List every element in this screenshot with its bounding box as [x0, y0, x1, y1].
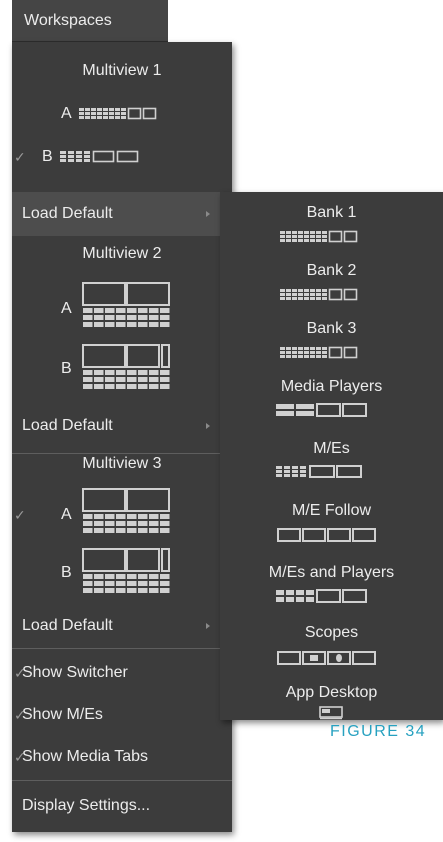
- multiview1-layout-a[interactable]: A: [12, 97, 232, 133]
- submenu-item-media-players[interactable]: Media Players: [220, 378, 443, 428]
- multiview-2-over-8-icon: [82, 282, 170, 327]
- layout-bank-icon: [280, 346, 358, 359]
- display-settings-label: Display Settings...: [22, 797, 151, 814]
- checkmark-icon: ✓: [14, 507, 26, 523]
- workspaces-label: Workspaces: [24, 11, 112, 29]
- multiview-2-over-8-icon: [82, 488, 170, 533]
- layout-scopes-icon: [277, 651, 376, 665]
- multiview3-a-label: A: [61, 506, 72, 523]
- layout-bank-icon: [280, 288, 358, 301]
- show-media-tabs-label: Show Media Tabs: [22, 748, 148, 765]
- submenu-item-bank-1[interactable]: Bank 1: [220, 204, 443, 254]
- submenu-arrow-icon: [206, 211, 210, 217]
- menu-separator: [12, 780, 232, 781]
- multiview-bank-layout-icon: [79, 107, 157, 120]
- submenu-arrow-icon: [206, 423, 210, 429]
- checkmark-icon: ✓: [14, 149, 26, 165]
- figure-caption: FIGURE 34: [330, 723, 427, 740]
- submenu-item-app-desktop[interactable]: App Desktop: [220, 684, 443, 720]
- show-media-tabs-toggle[interactable]: ✓ Show Media Tabs: [12, 740, 232, 776]
- submenu-arrow-icon: [206, 623, 210, 629]
- load-default-label: Load Default: [22, 617, 113, 634]
- submenu-item-label: Bank 3: [306, 320, 357, 337]
- submenu-item-bank-2[interactable]: Bank 2: [220, 262, 443, 312]
- workspaces-menu-button[interactable]: Workspaces: [12, 0, 168, 42]
- multiview-1-over-8-icon: [82, 548, 170, 593]
- multiview2-heading: Multiview 2: [82, 245, 162, 262]
- multiview2-load-default[interactable]: Load Default: [12, 404, 232, 448]
- show-switcher-toggle[interactable]: ✓ Show Switcher: [12, 656, 232, 692]
- multiview2-layout-b[interactable]: B: [12, 342, 232, 398]
- load-default-label: Load Default: [22, 417, 113, 434]
- multiview2-b-label: B: [61, 360, 72, 377]
- multiview1-a-label: A: [61, 105, 72, 122]
- submenu-item-mes[interactable]: M/Es: [220, 440, 443, 490]
- multiview3-load-default[interactable]: Load Default: [12, 606, 232, 646]
- multiview1-load-default[interactable]: Load Default: [12, 192, 232, 236]
- submenu-item-label: M/E Follow: [291, 502, 372, 519]
- display-settings-item[interactable]: Display Settings...: [12, 786, 232, 826]
- submenu-item-bank-3[interactable]: Bank 3: [220, 320, 443, 370]
- submenu-item-scopes[interactable]: Scopes: [220, 624, 443, 674]
- load-default-submenu: Bank 1 Bank 2 Bank 3 Media Players M/Es …: [220, 192, 443, 720]
- multiview3-heading: Multiview 3: [82, 455, 162, 472]
- multiview3-layout-a[interactable]: ✓ A: [12, 486, 232, 542]
- layout-mes-icon: [276, 465, 362, 478]
- layout-mes-players-icon: [276, 589, 367, 603]
- submenu-item-label: Scopes: [304, 624, 359, 641]
- submenu-item-me-follow[interactable]: M/E Follow: [220, 502, 443, 552]
- layout-app-desktop-icon: [319, 706, 343, 720]
- show-mes-label: Show M/Es: [22, 706, 103, 723]
- menu-separator: [12, 453, 232, 454]
- multiview-1-over-8-icon: [82, 344, 170, 389]
- show-switcher-label: Show Switcher: [22, 664, 128, 681]
- submenu-item-label: Media Players: [280, 378, 383, 395]
- multiview1-layout-b[interactable]: ✓ B: [12, 140, 232, 176]
- menu-separator: [12, 648, 232, 649]
- workspaces-menu: Multiview 1 A ✓ B Load Default Multiview…: [12, 42, 232, 832]
- multiview1-b-label: B: [42, 148, 53, 165]
- load-default-label: Load Default: [22, 205, 113, 222]
- multiview-bank-layout-icon: [60, 150, 139, 163]
- multiview1-heading: Multiview 1: [82, 62, 162, 79]
- submenu-item-mes-and-players[interactable]: M/Es and Players: [220, 564, 443, 614]
- multiview3-b-label: B: [61, 564, 72, 581]
- submenu-item-label: App Desktop: [285, 684, 378, 701]
- layout-media-players-icon: [276, 403, 367, 417]
- multiview3-layout-b[interactable]: B: [12, 546, 232, 602]
- multiview2-layout-a[interactable]: A: [12, 280, 232, 336]
- submenu-item-label: M/Es and Players: [268, 564, 395, 581]
- submenu-item-label: M/Es: [313, 440, 350, 457]
- submenu-item-label: Bank 1: [306, 204, 357, 221]
- submenu-item-label: Bank 2: [306, 262, 357, 279]
- show-mes-toggle[interactable]: ✓ Show M/Es: [12, 698, 232, 734]
- layout-me-follow-icon: [277, 528, 376, 542]
- multiview2-a-label: A: [61, 300, 72, 317]
- layout-bank-icon: [280, 230, 358, 243]
